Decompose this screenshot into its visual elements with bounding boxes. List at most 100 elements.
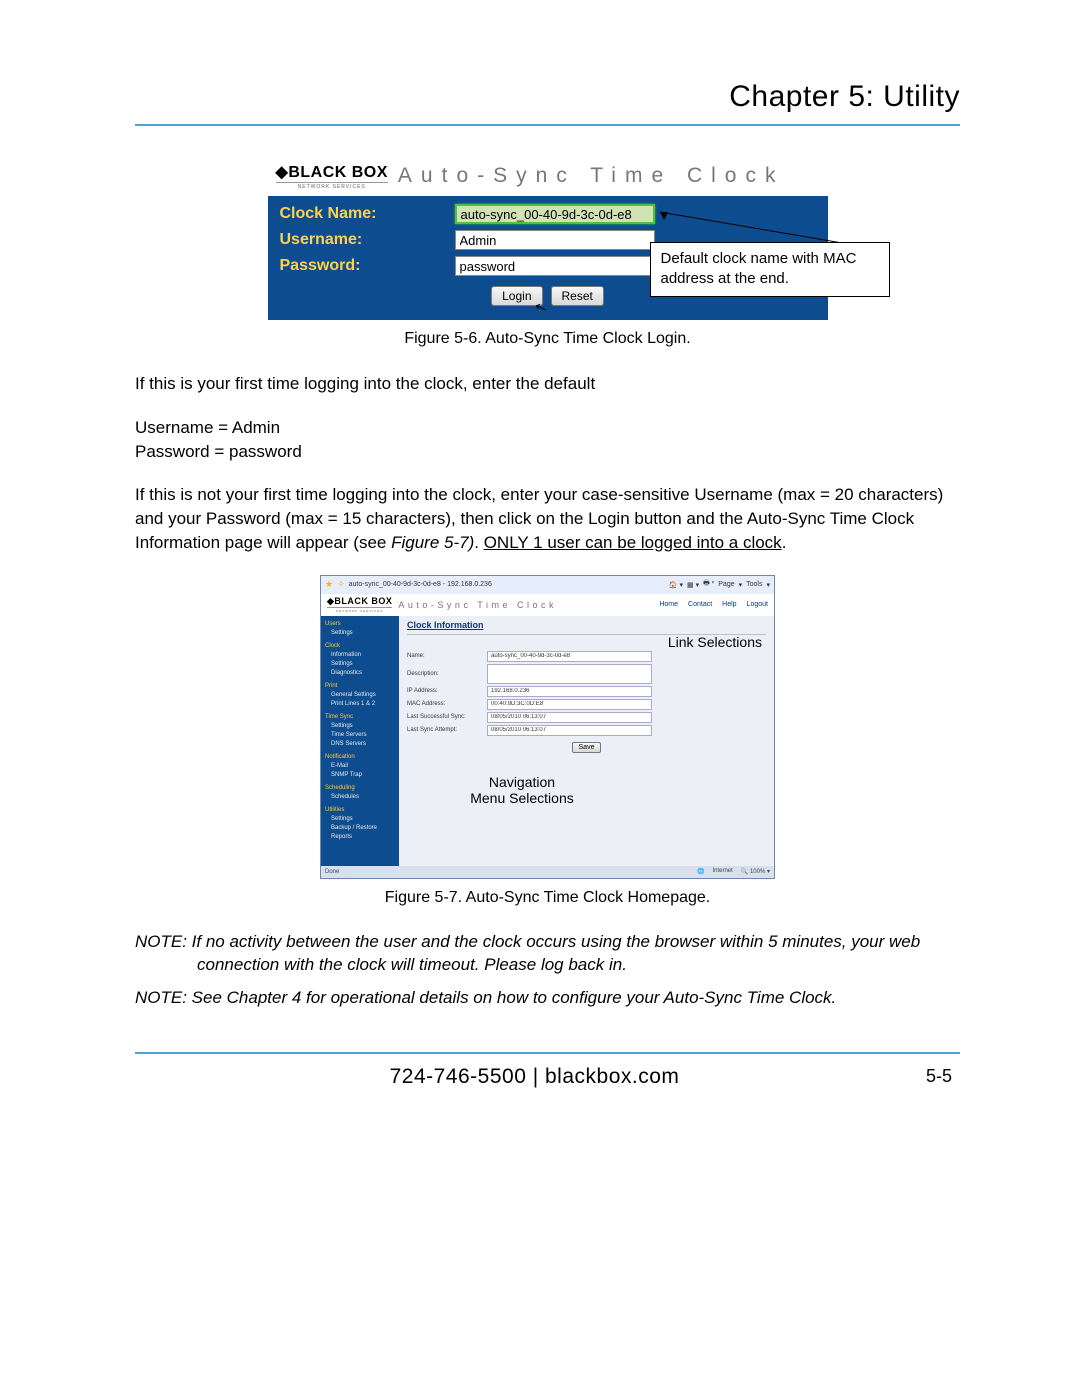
sidebar-item[interactable]: Backup / Restore: [325, 824, 399, 833]
password-label: Password:: [280, 257, 455, 275]
chapter-title: Chapter 5: Utility: [135, 80, 960, 114]
sidebar-header: Clock: [325, 642, 399, 651]
ip-input[interactable]: [487, 686, 652, 697]
figure-ref: Figure 5-7): [391, 533, 474, 552]
browser-tab-bar: ★ ✧ auto-sync_00-40-9d-3c-0d-e8 - 192.16…: [321, 576, 774, 594]
para2-part-c: .: [782, 533, 787, 552]
name-input[interactable]: [487, 651, 652, 662]
page-footer: 724-746-5500 | blackbox.com 5-5: [135, 1054, 960, 1089]
sidebar-item[interactable]: Time Servers: [325, 731, 399, 740]
figure-5-6-caption: Figure 5-6. Auto-Sync Time Clock Login.: [135, 330, 960, 348]
status-left: Done: [325, 869, 339, 875]
sidebar-item[interactable]: Information: [325, 651, 399, 660]
clock-name-input[interactable]: [455, 204, 655, 224]
status-zone: Internet: [712, 868, 732, 875]
divider-top: [135, 124, 960, 126]
home-icon: 🏠 ▾: [669, 581, 683, 589]
single-user-warning: ONLY 1 user can be logged into a clock: [484, 533, 782, 552]
footer-contact: 724-746-5500 | blackbox.com: [143, 1065, 926, 1089]
sidebar-item[interactable]: Reports: [325, 833, 399, 842]
sidebar-header: Scheduling: [325, 784, 399, 793]
print-icon: 🖶 ▾: [703, 579, 714, 590]
content-area: Clock Information Name: Description: IP …: [399, 616, 774, 866]
logo-text-small: ◆BLACK BOX: [327, 596, 392, 607]
callout-box: Default clock name with MAC address at t…: [650, 242, 890, 297]
desc-label: Description:: [407, 671, 487, 677]
logo: ◆BLACK BOX NETWORK SERVICES: [276, 162, 388, 190]
page-main: UsersSettingsClockInformationSettingsDia…: [321, 616, 774, 866]
reset-button[interactable]: Reset: [551, 286, 604, 306]
homepage-screenshot: ★ ✧ auto-sync_00-40-9d-3c-0d-e8 - 192.16…: [320, 575, 775, 879]
nav-sidebar: UsersSettingsClockInformationSettingsDia…: [321, 616, 399, 866]
login-header: ◆BLACK BOX NETWORK SERVICES Auto-Sync Ti…: [268, 156, 828, 196]
sidebar-item[interactable]: DNS Servers: [325, 740, 399, 749]
sidebar-item[interactable]: Diagnostics: [325, 669, 399, 678]
product-name: Auto-Sync Time Clock: [398, 164, 785, 188]
last-attempt-label: Last Sync Attempt:: [407, 727, 487, 733]
add-favorite-icon: ✧: [337, 579, 345, 590]
feed-icon: ▦ ▾: [687, 581, 699, 589]
sidebar-item[interactable]: Settings: [325, 722, 399, 731]
username-input[interactable]: [455, 230, 655, 250]
note-timeout: NOTE: If no activity between the user an…: [135, 931, 960, 977]
sidebar-item[interactable]: Settings: [325, 815, 399, 824]
last-sync-input[interactable]: [487, 712, 652, 723]
tools-menu[interactable]: Tools: [746, 581, 762, 588]
sidebar-item[interactable]: General Settings: [325, 691, 399, 700]
figure-5-7-caption: Figure 5-7. Auto-Sync Time Clock Homepag…: [135, 889, 960, 907]
paragraph-first-login: If this is your first time logging into …: [135, 372, 960, 396]
link-home[interactable]: Home: [659, 601, 678, 608]
sidebar-header: Time Sync: [325, 713, 399, 722]
sidebar-header: Print: [325, 682, 399, 691]
browser-tab-title: auto-sync_00-40-9d-3c-0d-e8 - 192.168.0.…: [349, 581, 492, 588]
sidebar-header: Notification: [325, 753, 399, 762]
logo-small: ◆BLACK BOX NETWORK SERVICES: [327, 596, 392, 613]
para2-part-b: .: [474, 533, 483, 552]
default-password: Password = password: [135, 442, 302, 461]
annotation-nav: NavigationMenu Selections: [447, 774, 597, 806]
last-attempt-input[interactable]: [487, 725, 652, 736]
clock-name-label: Clock Name:: [280, 205, 455, 223]
username-label: Username:: [280, 231, 455, 249]
sidebar-item[interactable]: Print Lines 1 & 2: [325, 700, 399, 709]
status-zoom: 🔍 100% ▾: [741, 868, 770, 875]
sidebar-header: Users: [325, 620, 399, 629]
browser-toolbar-right: 🏠 ▾ ▦ ▾ 🖶 ▾ Page▾ Tools▾: [669, 579, 770, 590]
link-contact[interactable]: Contact: [688, 601, 712, 608]
sidebar-item[interactable]: E-Mail: [325, 762, 399, 771]
clock-name-row: Clock Name:: [280, 204, 816, 224]
note-chapter4: NOTE: See Chapter 4 for operational deta…: [135, 987, 960, 1010]
status-zone-icon: 🌐: [697, 868, 704, 875]
name-label: Name:: [407, 653, 487, 659]
favorite-icon: ★: [325, 579, 333, 590]
login-body: Clock Name: Username: Password: Login Re…: [268, 196, 828, 320]
page-menu[interactable]: Page: [718, 581, 734, 588]
paragraph-subsequent-login: If this is not your first time logging i…: [135, 483, 960, 554]
desc-input[interactable]: [487, 664, 652, 684]
logo-subtext-small: NETWORK SERVICES: [327, 607, 392, 613]
sidebar-item[interactable]: Schedules: [325, 793, 399, 802]
header-links: Home Contact Help Logout: [659, 601, 768, 608]
page-number: 5-5: [926, 1066, 952, 1087]
sidebar-header: Utilities: [325, 806, 399, 815]
password-input[interactable]: [455, 256, 655, 276]
content-title: Clock Information: [407, 620, 766, 630]
sidebar-item[interactable]: SNMP Trap: [325, 771, 399, 780]
ip-label: IP Address:: [407, 688, 487, 694]
last-sync-label: Last Successful Sync:: [407, 714, 487, 720]
default-username: Username = Admin: [135, 418, 280, 437]
sidebar-item[interactable]: Settings: [325, 629, 399, 638]
link-logout[interactable]: Logout: [747, 601, 768, 608]
logo-text: ◆BLACK BOX: [276, 162, 388, 182]
login-screenshot: ◆BLACK BOX NETWORK SERVICES Auto-Sync Ti…: [268, 156, 828, 320]
mac-label: MAC Address:: [407, 701, 487, 707]
link-help[interactable]: Help: [722, 601, 736, 608]
sidebar-item[interactable]: Settings: [325, 660, 399, 669]
default-credentials: Username = Admin Password = password: [135, 416, 960, 464]
annotation-links: Link Selections: [668, 634, 762, 650]
logo-subtext: NETWORK SERVICES: [276, 182, 388, 190]
page-header: ◆BLACK BOX NETWORK SERVICES Auto-Sync Ti…: [321, 594, 774, 616]
save-button[interactable]: Save: [572, 742, 602, 753]
product-name-small: Auto-Sync Time Clock: [398, 600, 557, 610]
mac-input[interactable]: [487, 699, 652, 710]
